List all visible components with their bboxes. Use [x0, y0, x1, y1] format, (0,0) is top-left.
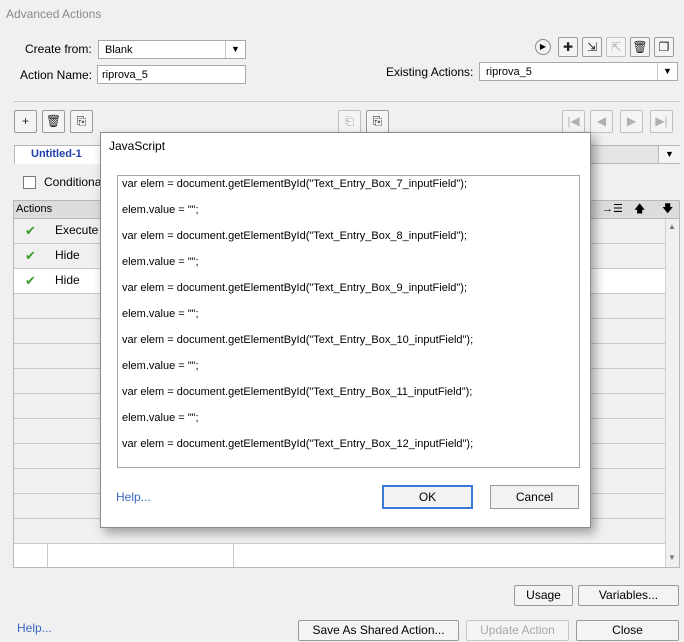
trash-icon[interactable]: 🗑: [630, 37, 650, 57]
check-icon: ✔: [25, 248, 36, 263]
chevron-down-icon: ▼: [225, 41, 245, 58]
last-icon[interactable]: ▶|: [650, 110, 673, 133]
scroll-up-icon[interactable]: ▲: [666, 222, 678, 231]
close-button[interactable]: Close: [576, 620, 679, 641]
dialog-title: JavaScript: [109, 139, 166, 153]
update-action-button[interactable]: Update Action: [466, 620, 569, 641]
previous-icon[interactable]: ◀: [590, 110, 613, 133]
window-title: Advanced Actions: [6, 7, 102, 21]
chevron-down-icon: ▼: [657, 63, 677, 80]
import-icon[interactable]: ⇲: [582, 37, 602, 57]
divider: [14, 101, 680, 102]
action-row-name: Hide: [55, 248, 80, 262]
code-line: elem.value = "";: [122, 308, 199, 320]
ok-button[interactable]: OK: [382, 485, 473, 509]
add-action-icon[interactable]: ✚: [558, 37, 578, 57]
action-name-label: Action Name:: [20, 68, 93, 82]
javascript-dialog: JavaScript var elem = document.getElemen…: [100, 132, 591, 528]
insert-row-icon[interactable]: →☰: [602, 201, 623, 217]
actions-header-label: Actions: [16, 203, 53, 215]
create-from-value: Blank: [105, 44, 133, 56]
existing-actions-select[interactable]: riprova_5 ▼: [479, 62, 678, 81]
create-from-select[interactable]: Blank ▼: [98, 40, 246, 59]
save-as-shared-action-button[interactable]: Save As Shared Action...: [298, 620, 459, 641]
next-icon[interactable]: ▶: [620, 110, 643, 133]
code-line: var elem = document.getElementById("Text…: [122, 178, 468, 190]
help-link[interactable]: Help...: [17, 621, 52, 635]
conditional-label: Conditional: [44, 175, 105, 189]
existing-actions-value: riprova_5: [486, 66, 532, 78]
move-down-icon[interactable]: 🡇: [662, 201, 673, 217]
cancel-button[interactable]: Cancel: [490, 485, 579, 509]
code-line: var elem = document.getElementById("Text…: [122, 438, 474, 450]
tab-untitled[interactable]: Untitled-1: [14, 145, 109, 164]
first-icon[interactable]: |◀: [562, 110, 585, 133]
code-line: var elem = document.getElementById("Text…: [122, 386, 473, 398]
action-row-name: Hide: [55, 273, 80, 287]
duplicate-icon[interactable]: ❐: [654, 37, 674, 57]
create-from-label: Create from:: [25, 42, 92, 56]
delete-icon[interactable]: 🗑: [42, 110, 65, 133]
paste-before-icon[interactable]: ⎗: [338, 110, 361, 133]
scroll-down-icon[interactable]: ▼: [666, 553, 678, 562]
variables-button[interactable]: Variables...: [578, 585, 679, 606]
check-icon: ✔: [25, 273, 36, 288]
existing-actions-label: Existing Actions:: [386, 65, 474, 79]
copy-icon[interactable]: ⎘: [70, 110, 93, 133]
add-icon[interactable]: +: [14, 110, 37, 133]
move-up-icon[interactable]: 🡅: [634, 201, 645, 217]
javascript-code-editor[interactable]: var elem = document.getElementById("Text…: [117, 175, 580, 468]
usage-button[interactable]: Usage: [514, 585, 573, 606]
code-line: elem.value = "";: [122, 204, 199, 216]
dialog-help-link[interactable]: Help...: [116, 490, 151, 504]
code-line: var elem = document.getElementById("Text…: [122, 334, 474, 346]
code-line: elem.value = "";: [122, 360, 199, 372]
code-line: elem.value = "";: [122, 412, 199, 424]
paste-after-icon[interactable]: ⎘: [366, 110, 389, 133]
conditional-checkbox[interactable]: [23, 176, 36, 189]
code-line: var elem = document.getElementById("Text…: [122, 282, 468, 294]
tab-menu-chevron-icon[interactable]: ▼: [658, 146, 680, 163]
check-icon: ✔: [25, 223, 36, 238]
export-icon[interactable]: ⇱: [606, 37, 626, 57]
play-icon[interactable]: ▶: [535, 39, 551, 55]
vertical-scrollbar[interactable]: [665, 219, 679, 567]
code-line: elem.value = "";: [122, 256, 199, 268]
action-name-input[interactable]: riprova_5: [97, 65, 246, 84]
code-line: var elem = document.getElementById("Text…: [122, 230, 468, 242]
